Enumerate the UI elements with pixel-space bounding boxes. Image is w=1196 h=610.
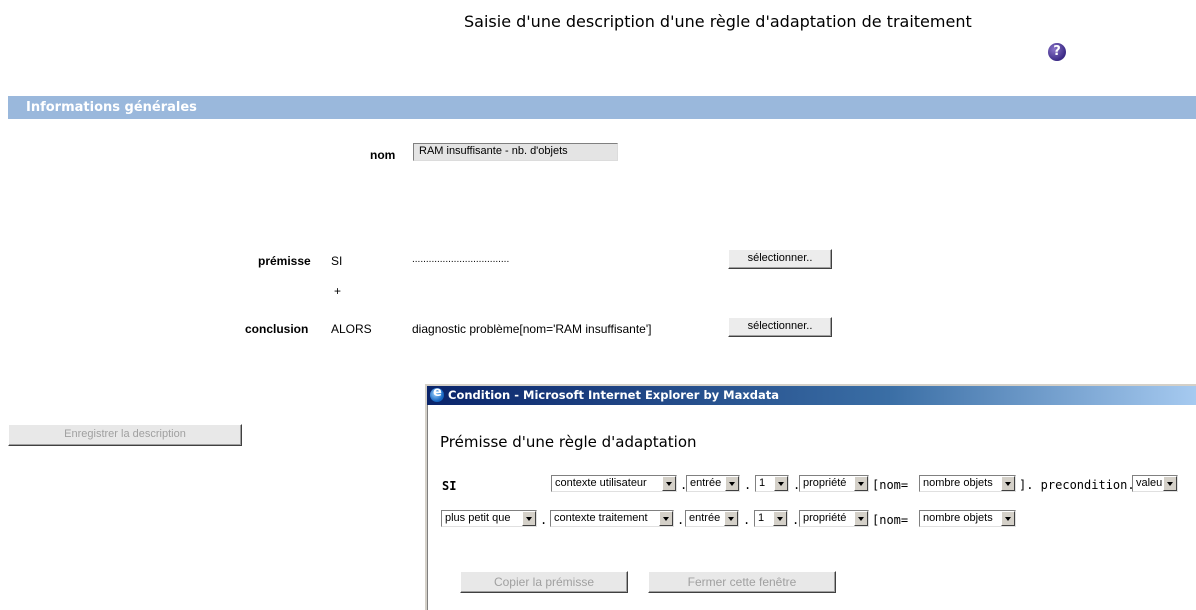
index-select-2[interactable]: 1 — [754, 510, 788, 527]
index-select[interactable]: 1 — [755, 475, 789, 492]
separator-dot: . — [744, 478, 752, 492]
popup-window-title: Condition - Microsoft Internet Explorer … — [448, 388, 780, 402]
entree-select[interactable]: entrée — [686, 475, 740, 492]
condition-popup-window: Condition - Microsoft Internet Explorer … — [425, 384, 1196, 610]
valeur-select[interactable]: valeur — [1132, 475, 1178, 492]
propriete-select[interactable]: propriété — [799, 475, 869, 492]
nom-select-2[interactable]: nombre objets — [919, 510, 1016, 527]
precondition-text: ]. precondition. — [1019, 478, 1135, 492]
popup-titlebar[interactable]: Condition - Microsoft Internet Explorer … — [427, 385, 1196, 405]
conclusion-value: diagnostic problème[nom='RAM insuffisant… — [412, 322, 652, 336]
conclusion-select-button[interactable]: sélectionner.. — [728, 317, 832, 337]
help-icon[interactable]: ? — [1048, 43, 1066, 61]
conclusion-keyword: ALORS — [331, 322, 372, 336]
context-select[interactable]: contexte utilisateur — [551, 475, 677, 492]
chevron-down-icon — [854, 476, 868, 491]
section-title: Informations générales — [26, 100, 197, 115]
close-window-button[interactable]: Fermer cette fenêtre — [648, 571, 836, 593]
save-description-button[interactable]: Enregistrer la description — [8, 424, 242, 446]
premisse-select-button[interactable]: sélectionner.. — [728, 249, 832, 269]
separator-dot: . — [540, 513, 548, 527]
page-title: Saisie d'une description d'une règle d'a… — [464, 12, 972, 31]
chevron-down-icon — [854, 511, 868, 526]
section-header: Informations générales — [8, 96, 1196, 119]
plus-sign: + — [334, 284, 342, 298]
chevron-down-icon — [1001, 511, 1015, 526]
context-traitement-select[interactable]: contexte traitement — [550, 510, 674, 527]
chevron-down-icon — [725, 476, 739, 491]
nom-prefix-text: [nom= — [872, 478, 909, 492]
premisse-value: ................................... — [412, 254, 510, 265]
entree-select-2[interactable]: entrée — [685, 510, 739, 527]
chevron-down-icon — [724, 511, 738, 526]
chevron-down-icon — [659, 511, 673, 526]
popup-heading: Prémisse d'une règle d'adaptation — [440, 433, 697, 451]
separator-dot: . — [677, 513, 685, 527]
chevron-down-icon — [522, 511, 536, 526]
nom-select[interactable]: nombre objets — [919, 475, 1016, 492]
chevron-down-icon — [1163, 476, 1177, 491]
chevron-down-icon — [773, 511, 787, 526]
separator-dot: . — [743, 513, 751, 527]
nom-field[interactable]: RAM insuffisante - nb. d'objets — [413, 143, 618, 161]
nom-prefix-text-2: [nom= — [872, 513, 909, 527]
chevron-down-icon — [662, 476, 676, 491]
nom-label: nom — [370, 148, 396, 162]
conclusion-label: conclusion — [245, 322, 309, 336]
chevron-down-icon — [1001, 476, 1015, 491]
propriete-select-2[interactable]: propriété — [799, 510, 869, 527]
copy-premise-button[interactable]: Copier la prémisse — [460, 571, 628, 593]
premisse-keyword: SI — [331, 254, 343, 268]
si-label: SI — [442, 479, 457, 493]
chevron-down-icon — [774, 476, 788, 491]
premisse-label: prémisse — [258, 254, 311, 268]
comparator-select[interactable]: plus petit que — [441, 510, 537, 527]
internet-explorer-icon — [430, 385, 444, 402]
